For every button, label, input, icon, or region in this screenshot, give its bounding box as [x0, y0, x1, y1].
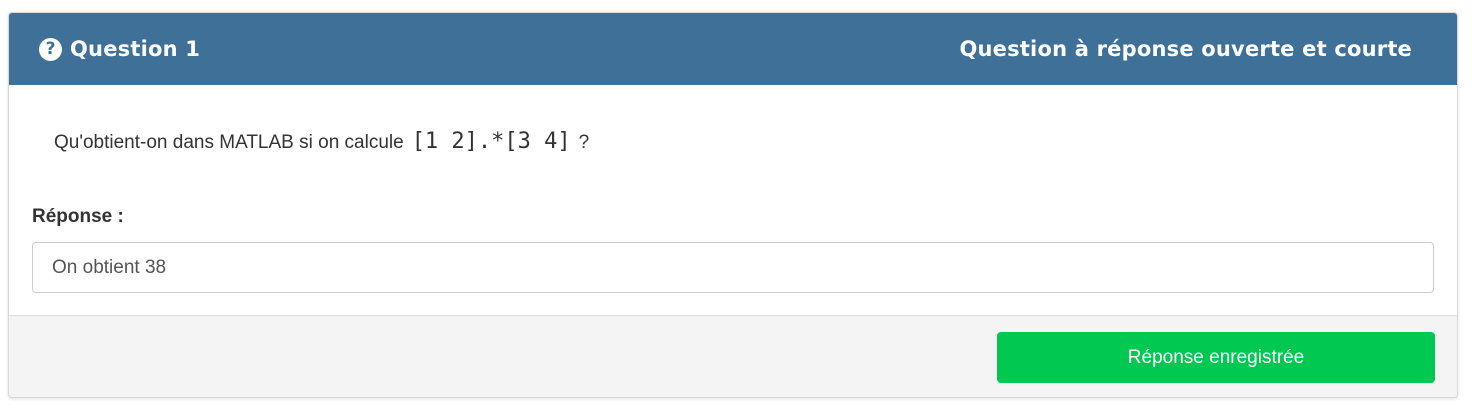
question-title: Question 1	[70, 37, 201, 61]
question-type: Question à réponse ouverte et courte	[959, 37, 1412, 61]
question-text-after: ?	[578, 132, 590, 153]
question-text-before: Qu'obtient-on dans MATLAB si on calcule	[54, 132, 404, 153]
question-circle-icon: ?	[39, 37, 62, 61]
question-footer: Réponse enregistrée	[9, 315, 1457, 397]
question-title-group: ? Question 1	[39, 37, 200, 61]
answer-input[interactable]	[32, 242, 1434, 293]
question-code: [1 2].*[3 4]	[411, 129, 571, 154]
answer-label: Réponse :	[32, 206, 124, 227]
question-card: ? Question 1 Question à réponse ouverte …	[8, 12, 1458, 398]
question-statement: Qu'obtient-on dans MATLAB si on calcule […	[54, 129, 589, 154]
question-body: Qu'obtient-on dans MATLAB si on calcule […	[9, 85, 1457, 314]
answer-saved-button[interactable]: Réponse enregistrée	[997, 332, 1435, 383]
question-header: ? Question 1 Question à réponse ouverte …	[9, 13, 1457, 85]
